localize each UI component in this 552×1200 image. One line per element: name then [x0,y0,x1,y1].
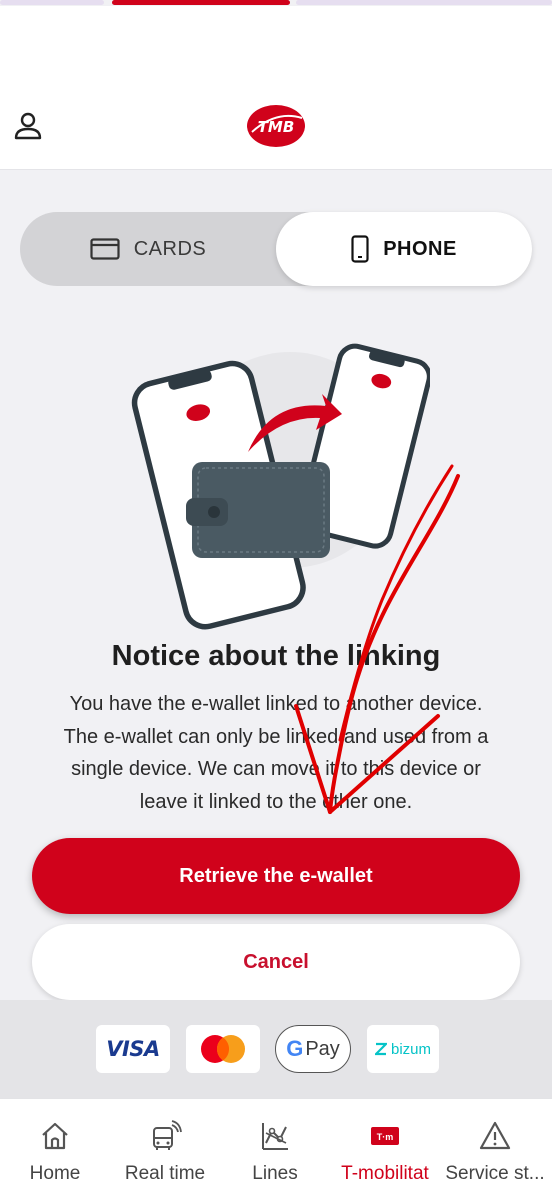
google-g-icon: G [286,1036,304,1061]
wallet-transfer-illustration [131,343,430,630]
bottom-navigation: Home Real time Lines T·m T-mobilitat Ser… [0,1098,552,1200]
bizum-icon [374,1042,387,1056]
bizum-text: bizum [374,1040,431,1058]
card-icon [90,238,120,260]
nav-item-service-status[interactable]: Service st... [440,1099,550,1200]
google-pay-logo: G Pay [275,1025,351,1073]
visa-text: VISA [106,1037,160,1061]
notice-title: Notice about the linking [111,640,441,672]
nav-item-lines[interactable]: Lines [220,1099,330,1200]
story-segment-active [112,0,290,5]
notice-line: single device. We can move it to this de… [71,758,481,780]
nav-item-real-time[interactable]: Real time [110,1099,220,1200]
tab-cards[interactable]: CARDS [20,212,276,286]
bizum-label: bizum [390,1040,431,1058]
notice-description: You have the e-wallet linked to another … [30,688,522,818]
tab-phone-label: PHONE [383,237,457,260]
cards-phone-toggle: CARDS PHONE [20,212,532,286]
lines-icon [262,1123,288,1150]
notice-line: The e-wallet can only be linked and used… [63,725,489,748]
gpay-label: Pay [305,1037,340,1060]
nav-item-home[interactable]: Home [0,1099,110,1200]
bus-realtime-icon [153,1120,182,1150]
tmb-logo: TMB [247,105,305,147]
tab-cards-label: CARDS [133,237,207,260]
mastercard-icon [201,1035,245,1063]
story-segment [0,0,104,5]
phone-icon [351,235,369,263]
tab-phone[interactable]: PHONE [276,212,532,286]
svg-text:TMB: TMB [258,118,295,136]
warning-icon [479,1121,511,1150]
mastercard-logo [186,1025,260,1073]
notice-line: You have the e-wallet linked to another … [69,693,483,715]
visa-logo: VISA [96,1025,170,1073]
bizum-logo: bizum [367,1025,439,1073]
user-profile-icon[interactable] [12,110,44,142]
nav-item-t-mobilitat[interactable]: T·m T-mobilitat [330,1099,440,1200]
svg-text:T·m: T·m [377,1132,394,1142]
retrieve-wallet-button[interactable]: Retrieve the e-wallet [32,838,520,914]
cancel-button[interactable]: Cancel [32,924,520,1000]
home-icon [42,1122,68,1150]
story-segment [296,0,552,5]
notice-line: leave it linked to the other one. [139,790,413,813]
t-mobilitat-icon: T·m [371,1127,399,1145]
nav-label: Service st... [445,1163,545,1184]
gpay-text: G Pay [286,1036,340,1062]
